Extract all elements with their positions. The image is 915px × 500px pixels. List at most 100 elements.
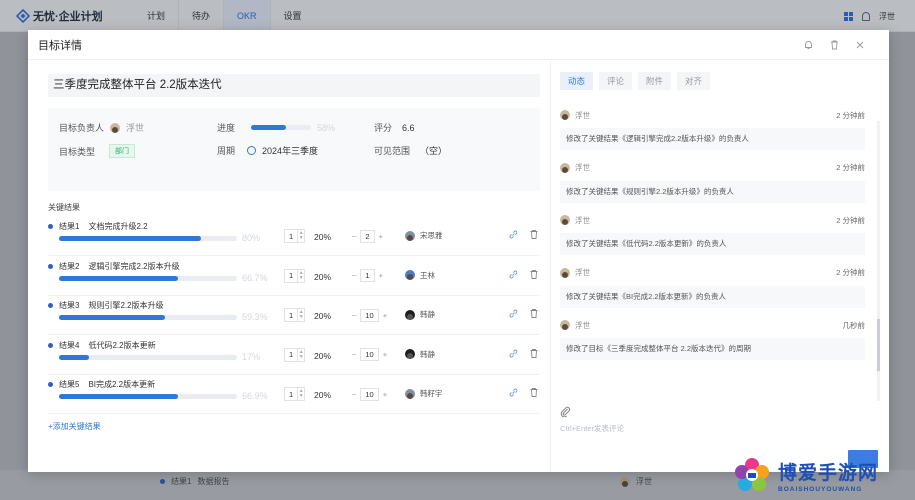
activity-text: 修改了关键结果《BI完成2.2版本更新》的负责人 <box>560 285 865 308</box>
trash-icon[interactable] <box>530 269 538 281</box>
owner-avatar <box>110 122 121 133</box>
activity-time: 2 分钟前 <box>836 110 865 120</box>
stepper-arrows-icon[interactable]: ▲ ▼ <box>297 269 304 282</box>
kr-owner[interactable]: 王林 <box>405 270 435 281</box>
add-key-result-link[interactable]: +添加关键结果 <box>48 421 101 432</box>
type-tag[interactable]: 部门 <box>109 144 136 158</box>
kr-confidence-stepper[interactable]: 1 ▲ ▼ <box>284 308 306 322</box>
tab-activity[interactable]: 动态 <box>560 72 594 90</box>
minus-icon[interactable]: − <box>352 311 356 320</box>
comment-input[interactable]: Ctrl+Enter发表评论 <box>560 423 865 434</box>
delete-icon[interactable] <box>829 40 839 50</box>
minus-icon[interactable]: − <box>352 390 356 399</box>
activity-item: 浮世 2 分钟前 修改了关键结果《规则引擎2.2版本升级》的负责人 <box>560 161 865 203</box>
period-value[interactable]: 2024年三季度 <box>262 144 318 157</box>
kr-score-stepper[interactable]: −10 + <box>352 387 387 401</box>
activity-scroll-thumb[interactable] <box>877 319 880 371</box>
link-icon[interactable] <box>509 309 518 320</box>
objective-detail-modal: 目标详情 三季度完成整体平台 2.2版本迭代 目标负责人 浮世 进度 58% 评… <box>28 30 889 472</box>
kr-score-stepper[interactable]: −1 + <box>352 269 383 283</box>
plus-icon[interactable]: + <box>383 350 387 359</box>
kr-title[interactable]: 结果1 文档完成升级2.2 <box>59 221 148 232</box>
key-result-row[interactable]: 结果1 文档完成升级2.2 80% 1 ▲ ▼ 20% −2 + 宋思雅 <box>48 216 540 256</box>
kr-confidence-value: 1 <box>289 310 294 320</box>
score-value[interactable]: 6.6 <box>402 123 415 133</box>
trash-icon[interactable] <box>530 388 538 399</box>
kr-score-stepper[interactable]: −2 + <box>352 229 383 243</box>
right-tabs: 动态 评论 附件 对齐 <box>560 72 711 90</box>
kr-confidence-stepper[interactable]: 1 ▲ ▼ <box>284 229 306 243</box>
kr-progress-bar <box>59 315 237 320</box>
kr-title[interactable]: 结果4 低代码2.2版本更新 <box>59 340 156 351</box>
trash-icon[interactable] <box>530 230 538 241</box>
objective-info-box: 目标负责人 浮世 进度 58% 评分 6.6 目标类型 部门 周期 2024年三… <box>48 108 540 191</box>
kr-label: 结果4 <box>59 340 80 350</box>
kr-title[interactable]: 结果3 规则引擎2.2版本升级 <box>59 300 164 311</box>
kr-progress-fill <box>59 275 178 281</box>
paperclip-icon[interactable] <box>560 406 865 420</box>
kr-title[interactable]: 结果2 逻辑引擎完成2.2版本升级 <box>59 261 180 272</box>
tab-alignment[interactable]: 对齐 <box>677 72 711 90</box>
kr-owner[interactable]: 宋思雅 <box>405 230 443 241</box>
objective-title-input[interactable]: 三季度完成整体平台 2.2版本迭代 <box>48 74 540 97</box>
kr-label: 结果3 <box>59 301 80 310</box>
kr-owner-name: 宋思雅 <box>420 231 443 240</box>
plus-icon[interactable]: + <box>383 311 387 320</box>
kr-confidence-stepper[interactable]: 1 ▲ ▼ <box>284 268 306 283</box>
kr-progress-text: 59.3% <box>242 312 268 322</box>
activity-user-name: 浮世 <box>575 215 590 225</box>
plus-icon[interactable]: + <box>379 232 383 241</box>
plus-icon[interactable]: + <box>383 390 387 399</box>
link-icon[interactable] <box>509 230 518 241</box>
watermark-subtitle: BOAISHOUYOUWANG <box>778 485 863 493</box>
kr-bullet-icon <box>48 263 53 269</box>
subscribe-bell-icon[interactable] <box>803 40 813 50</box>
activity-user-name: 浮世 <box>575 268 590 277</box>
stepper-arrows-icon[interactable]: ▲ ▼ <box>297 309 304 321</box>
kr-confidence-stepper[interactable]: 1 ▲ ▼ <box>284 387 306 401</box>
minus-icon[interactable]: − <box>352 350 356 359</box>
key-result-row[interactable]: 结果3 规则引擎2.2版本升级 59.3% 1 ▲ ▼ 20% −10 + 韩静 <box>48 295 540 335</box>
visibility-value[interactable]: （空） <box>420 144 447 157</box>
kr-row-actions <box>509 309 538 320</box>
modal-actions <box>803 30 865 60</box>
minus-icon[interactable]: − <box>352 232 356 241</box>
stepper-arrows-icon[interactable]: ▲ ▼ <box>297 230 304 242</box>
stepper-arrows-icon[interactable]: ▲ ▼ <box>297 388 304 400</box>
kr-owner[interactable]: 韩静 <box>405 309 435 320</box>
close-icon[interactable] <box>855 40 865 50</box>
tab-attachments[interactable]: 附件 <box>638 72 672 90</box>
kr-owner[interactable]: 韩静 <box>405 349 435 360</box>
kr-bullet-icon <box>48 224 53 229</box>
minus-icon[interactable]: − <box>352 271 356 280</box>
kr-score-stepper[interactable]: −10 + <box>352 348 387 362</box>
activity-user: 浮世 <box>560 267 590 278</box>
modal-header: 目标详情 <box>28 30 889 60</box>
kr-confidence-stepper[interactable]: 1 ▲ ▼ <box>284 347 306 362</box>
stepper-arrows-icon[interactable]: ▲ ▼ <box>297 348 304 361</box>
trash-icon[interactable] <box>530 309 538 320</box>
activity-avatar <box>560 320 570 330</box>
plus-icon[interactable]: + <box>379 271 383 280</box>
kr-progress-bar <box>59 394 237 399</box>
link-icon[interactable] <box>509 388 518 399</box>
key-result-row[interactable]: 结果5 BI完成2.2版本更新 66.9% 1 ▲ ▼ 20% −10 + 韩籽宇 <box>48 374 540 414</box>
trash-icon[interactable] <box>530 348 538 360</box>
kr-name: BI完成2.2版本更新 <box>88 380 156 389</box>
link-icon[interactable] <box>509 270 518 281</box>
comment-area: Ctrl+Enter发表评论 <box>560 406 865 434</box>
kr-label: 结果1 <box>59 222 80 231</box>
link-icon[interactable] <box>509 349 518 360</box>
kr-owner-avatar <box>405 230 415 241</box>
tab-comments[interactable]: 评论 <box>599 72 633 90</box>
kr-score-stepper[interactable]: −10 + <box>352 308 387 322</box>
owner-value[interactable]: 浮世 <box>126 121 144 134</box>
kr-owner-name: 韩静 <box>420 349 435 359</box>
key-result-row[interactable]: 结果2 逻辑引擎完成2.2版本升级 66.7% 1 ▲ ▼ 20% −1 + 王林 <box>48 256 540 296</box>
key-result-row[interactable]: 结果4 低代码2.2版本更新 17% 1 ▲ ▼ 20% −10 + 韩静 <box>48 335 540 375</box>
kr-title[interactable]: 结果5 BI完成2.2版本更新 <box>59 379 155 390</box>
kr-progress-fill <box>59 315 165 320</box>
kr-owner[interactable]: 韩籽宇 <box>405 388 443 399</box>
kr-name: 低代码2.2版本更新 <box>88 340 156 350</box>
activity-item: 浮世 几秒前 修改了目标《三季度完成整体平台 2.2版本迭代》的周期 <box>560 318 865 360</box>
